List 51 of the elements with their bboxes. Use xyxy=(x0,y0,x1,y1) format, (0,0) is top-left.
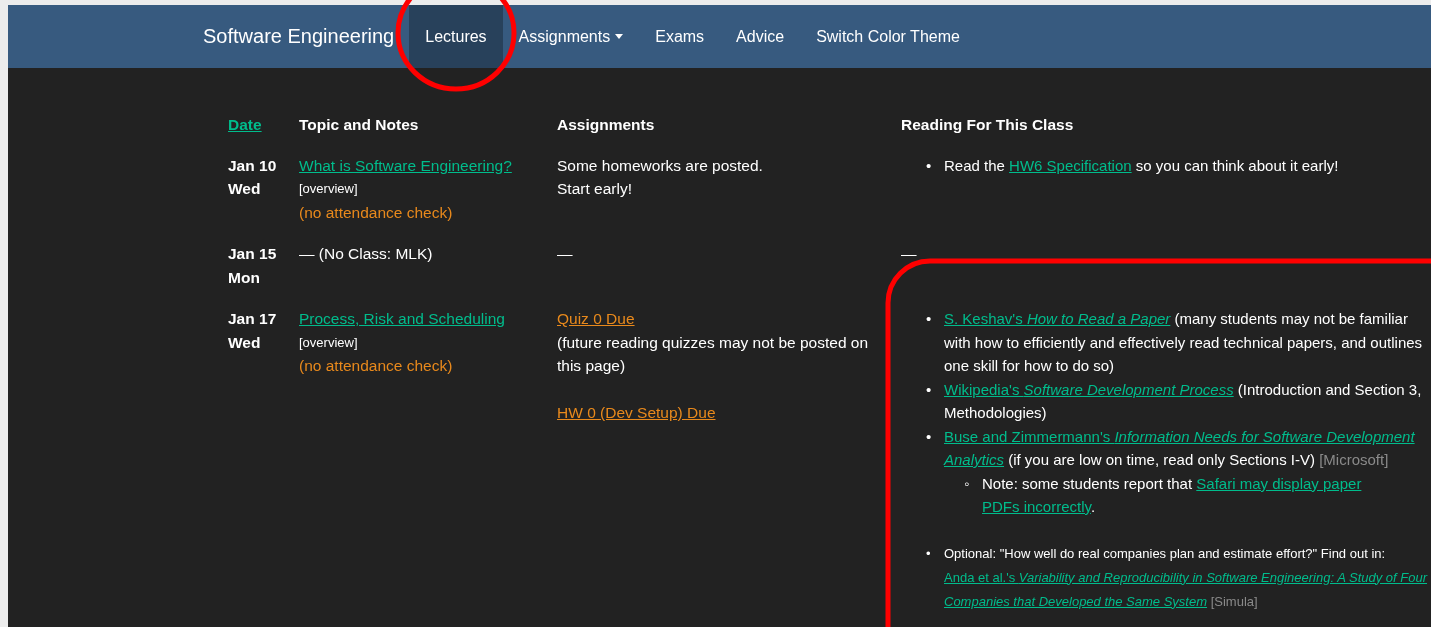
bullet: • xyxy=(926,545,931,561)
attendance-note: (no attendance check) xyxy=(299,202,453,223)
topic-tag: [overview] xyxy=(299,330,358,354)
nav-item[interactable]: Switch Color Theme xyxy=(800,5,976,68)
bullet: • xyxy=(926,427,932,445)
bullet: • xyxy=(926,156,932,174)
day-text: Mon xyxy=(228,267,260,288)
column-header: Topic and Notes xyxy=(299,116,419,133)
attendance-note: (no attendance check) xyxy=(299,356,453,376)
reading-link[interactable]: Analytics xyxy=(944,451,1005,468)
assignment-text: Start early! xyxy=(557,179,632,199)
day-text: Wed xyxy=(228,332,261,353)
day-text: Wed xyxy=(228,179,261,199)
nav-item[interactable]: Assignments xyxy=(502,5,640,68)
date-text: Jan 17 xyxy=(228,309,277,329)
reading-text: Wikipedia's Software Development Process (Introduction and Section 3, Methodologies) xyxy=(944,380,1422,421)
reading-link[interactable]: HW6 Specification xyxy=(1009,156,1132,174)
column-header: Reading For This Class xyxy=(901,116,1074,133)
bullet: • xyxy=(926,310,932,327)
reading-link[interactable]: Buse and Zimmermann's Information Needs for Software Development xyxy=(944,427,1415,445)
reading-link[interactable]: Anda et al.'s Variability and Reproducibility in Software Engineering: A Study of Four xyxy=(944,569,1428,585)
date-text: Jan 15 xyxy=(228,244,277,264)
date-text: Jan 10 xyxy=(228,155,277,176)
site-title[interactable]: Software Engineering xyxy=(203,25,395,48)
bullet: • xyxy=(926,380,932,398)
column-header: Assignments xyxy=(557,116,655,133)
reading-link[interactable]: Companies that Developed the Same System xyxy=(944,593,1208,609)
reading-link[interactable]: S. Keshav's How to Read a Paper xyxy=(944,310,1171,327)
reading-text: Optional: "How well do real companies plan and estimate effort?" Find out in: Anda et al.'s Variability and Reproducibility in Software Engineering: A Study of Four Companies that Developed the Same System [Simula] xyxy=(944,545,1428,609)
topic-tag: [overview] xyxy=(299,177,358,201)
assignment-link[interactable]: Quiz 0 Due xyxy=(557,307,635,331)
nav-item[interactable]: Lectures xyxy=(409,5,503,68)
assignment-text: Some homeworks are posted. xyxy=(557,155,763,176)
reading-text: Buse and Zimmermann's Information Needs for Software Development Analytics (if you are low on time, read only Sections I-V) [Microsoft] xyxy=(944,427,1415,468)
assignment-link[interactable]: HW 0 (Dev Setup) Due xyxy=(557,401,716,425)
reading-text: Note: some students report that Safari may display paper PDFs incorrectly. xyxy=(982,474,1362,515)
nav-item[interactable]: Exams xyxy=(639,5,721,68)
bullet: ◦ xyxy=(964,474,970,492)
topic-link[interactable]: Process, Risk and Scheduling xyxy=(299,307,505,331)
reading-text: Read the HW6 Specification so you can think about it early! xyxy=(944,156,1339,174)
topic-text: — (No Class: MLK) xyxy=(299,244,433,264)
reading-text: S. Keshav's How to Read a Paper (many students may not be familiar with how to efficiently and effectively read technical papers, and outlines one skill for how to do so) xyxy=(944,310,1423,374)
nav-item[interactable]: Advice xyxy=(720,5,801,68)
assignment-text: (future reading quizzes may not be posted on this page) xyxy=(557,332,870,376)
column-header[interactable]: Date xyxy=(228,116,262,133)
reading-text: — xyxy=(901,244,917,264)
topic-link[interactable]: What is Software Engineering? xyxy=(299,153,512,177)
reading-link[interactable]: Wikipedia's Software Development Process xyxy=(944,380,1234,398)
assignment-text: — xyxy=(557,244,573,264)
reading-link[interactable]: Safari may display paper xyxy=(1196,474,1362,492)
reading-link[interactable]: PDFs incorrectly xyxy=(982,498,1091,515)
